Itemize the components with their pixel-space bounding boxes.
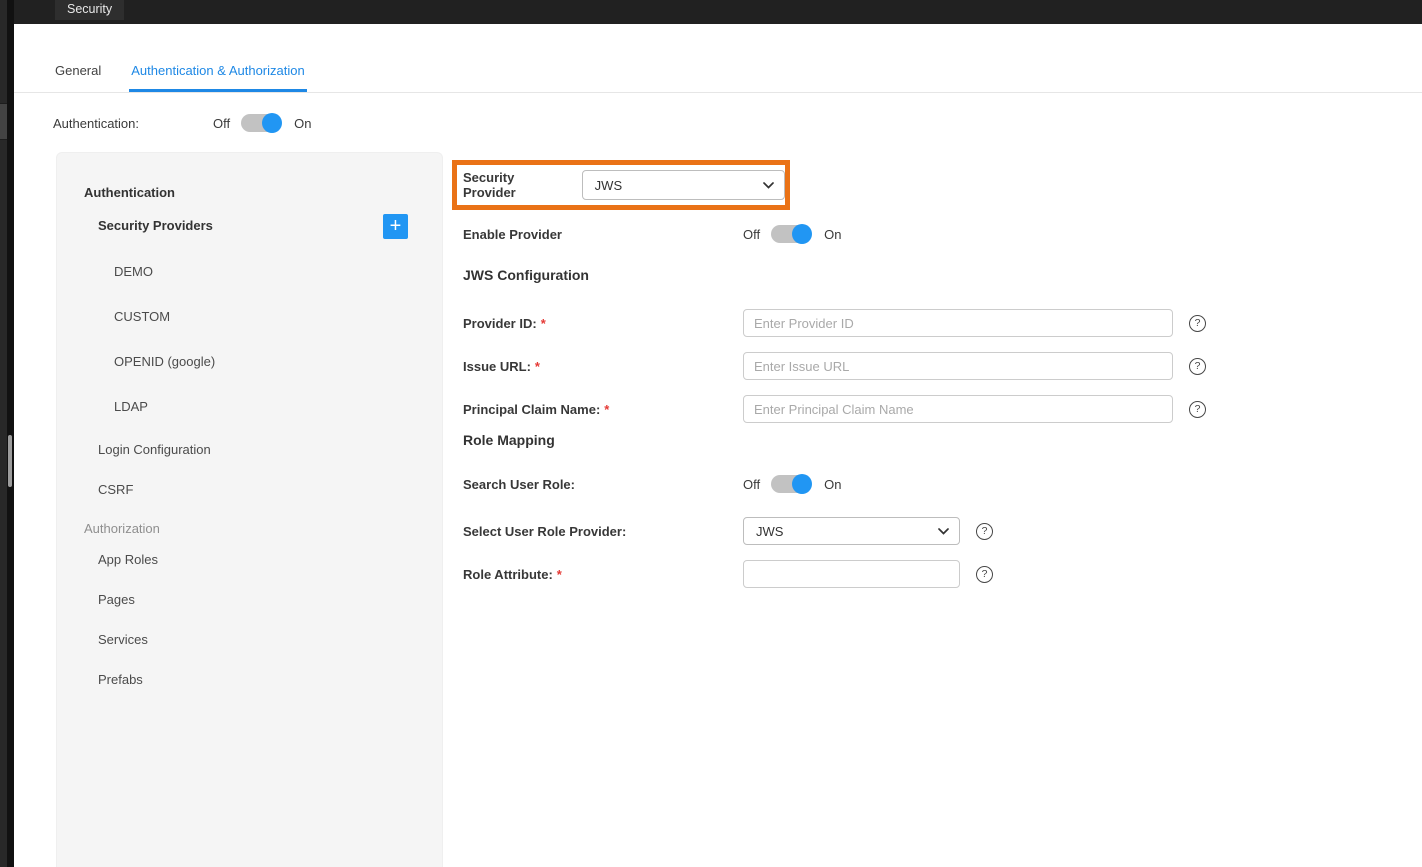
enable-provider-toggle-group: Off On (743, 225, 841, 243)
issue-url-row: Issue URL:* ? (463, 352, 1206, 380)
tab-general[interactable]: General (53, 63, 103, 92)
authentication-label: Authentication: (53, 116, 213, 131)
select-user-role-provider-row: Select User Role Provider: JWS ? (463, 517, 993, 545)
top-bar: Security (14, 0, 1422, 24)
sidebar-item-login-configuration[interactable]: Login Configuration (98, 442, 211, 457)
authentication-toggle-row: Authentication: Off On (53, 110, 311, 136)
toggle-on-label: On (824, 477, 841, 492)
sidebar-item-openid-google[interactable]: OPENID (google) (114, 354, 215, 369)
toggle-off-label: Off (213, 116, 230, 131)
select-user-role-provider-label: Select User Role Provider: (463, 524, 743, 539)
role-attribute-row: Role Attribute:* ? (463, 560, 993, 588)
help-icon[interactable]: ? (976, 523, 993, 540)
toggle-off-label: Off (743, 477, 760, 492)
panel-drag-handle[interactable] (8, 435, 12, 487)
chevron-down-icon (763, 182, 774, 189)
search-user-role-row: Search User Role: Off On (463, 470, 841, 498)
help-icon[interactable]: ? (1189, 315, 1206, 332)
required-mark: * (557, 567, 562, 582)
rail-active-segment[interactable] (0, 103, 7, 140)
provider-id-row: Provider ID:* ? (463, 309, 1206, 337)
window-tab-security[interactable]: Security (55, 0, 124, 20)
security-settings-page: Security General Authentication & Author… (0, 0, 1422, 867)
tab-authentication-authorization[interactable]: Authentication & Authorization (129, 63, 306, 92)
settings-tabs: General Authentication & Authorization (14, 58, 1422, 93)
sidebar-item-custom[interactable]: CUSTOM (114, 309, 170, 324)
search-user-role-label: Search User Role: (463, 477, 743, 492)
sidebar-section-authorization: Authorization (84, 521, 160, 536)
sidebar-item-services[interactable]: Services (98, 632, 148, 647)
provider-id-input[interactable] (743, 309, 1173, 337)
security-nav-sidebar: Authentication Security Providers + DEMO… (56, 152, 443, 867)
toggle-off-label: Off (743, 227, 760, 242)
enable-provider-row: Enable Provider Off On (463, 220, 841, 248)
left-collapsed-panel (7, 0, 14, 867)
provider-id-label: Provider ID:* (463, 316, 743, 331)
sidebar-item-csrf[interactable]: CSRF (98, 482, 133, 497)
jws-configuration-heading: JWS Configuration (463, 267, 589, 283)
sidebar-item-demo[interactable]: DEMO (114, 264, 153, 279)
sidebar-item-security-providers[interactable]: Security Providers (98, 218, 213, 233)
add-provider-button[interactable]: + (383, 214, 408, 239)
toggle-knob (792, 474, 812, 494)
help-icon[interactable]: ? (1189, 401, 1206, 418)
role-mapping-heading: Role Mapping (463, 432, 555, 448)
security-provider-select[interactable]: JWS (582, 170, 785, 200)
role-attribute-label: Role Attribute:* (463, 567, 743, 582)
security-provider-highlight-box: Security Provider JWS (452, 160, 790, 210)
plus-icon: + (390, 217, 402, 235)
toggle-knob (262, 113, 282, 133)
sidebar-item-ldap[interactable]: LDAP (114, 399, 148, 414)
sidebar-item-app-roles[interactable]: App Roles (98, 552, 158, 567)
sidebar-item-pages[interactable]: Pages (98, 592, 135, 607)
security-provider-value: JWS (595, 178, 622, 193)
required-mark: * (535, 359, 540, 374)
chevron-down-icon (938, 528, 949, 535)
toggle-on-label: On (294, 116, 311, 131)
authentication-toggle[interactable] (241, 114, 281, 132)
enable-provider-label: Enable Provider (463, 227, 743, 242)
toggle-knob (792, 224, 812, 244)
issue-url-label: Issue URL:* (463, 359, 743, 374)
user-role-provider-select[interactable]: JWS (743, 517, 960, 545)
principal-claim-name-row: Principal Claim Name:* ? (463, 395, 1206, 423)
sidebar-item-prefabs[interactable]: Prefabs (98, 672, 143, 687)
search-user-role-toggle-group: Off On (743, 475, 841, 493)
role-attribute-input[interactable] (743, 560, 960, 588)
toggle-on-label: On (824, 227, 841, 242)
principal-claim-name-input[interactable] (743, 395, 1173, 423)
help-icon[interactable]: ? (976, 566, 993, 583)
issue-url-input[interactable] (743, 352, 1173, 380)
help-icon[interactable]: ? (1189, 358, 1206, 375)
user-role-provider-value: JWS (756, 524, 783, 539)
principal-claim-name-label: Principal Claim Name:* (463, 402, 743, 417)
required-mark: * (604, 402, 609, 417)
authentication-toggle-group: Off On (213, 114, 311, 132)
search-user-role-toggle[interactable] (771, 475, 811, 493)
left-activity-rail (0, 0, 7, 867)
security-provider-label: Security Provider (463, 170, 570, 200)
content-area: General Authentication & Authorization A… (14, 24, 1422, 867)
sidebar-section-authentication: Authentication (84, 185, 175, 200)
required-mark: * (541, 316, 546, 331)
enable-provider-toggle[interactable] (771, 225, 811, 243)
